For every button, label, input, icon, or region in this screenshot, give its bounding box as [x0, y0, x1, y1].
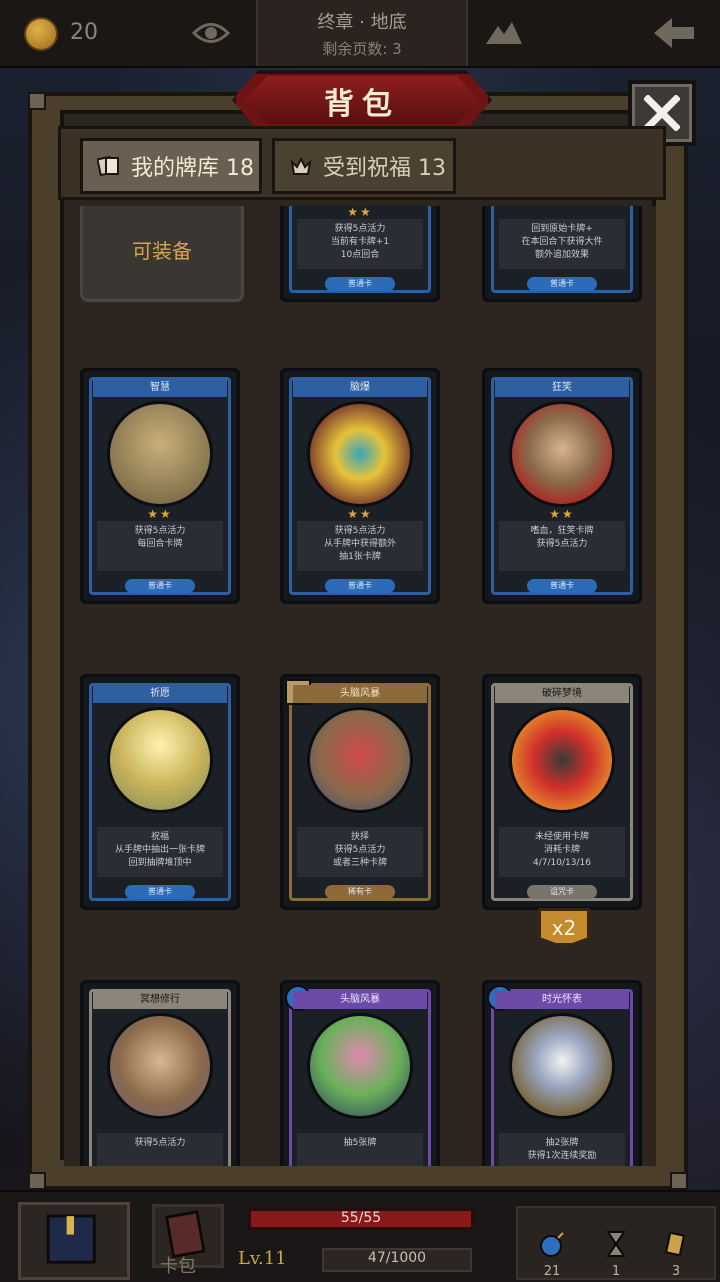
- card-stack-count: 3: [671, 1264, 681, 1279]
- card[interactable]: 狂笑 ★★ 嗜血，狂笑卡牌 获得5点活力 普通卡: [482, 368, 642, 604]
- card-art: [307, 1013, 413, 1119]
- card-description: 回到原始卡牌+ 在本回合下获得大件 额外追加效果: [499, 219, 625, 269]
- map-icon[interactable]: [484, 18, 524, 46]
- card-description: 获得5点活力 从手牌中获得额外 抽1张卡牌: [297, 521, 423, 571]
- card-rarity: 稀有卡: [325, 885, 395, 899]
- card-name: 时光怀表: [495, 991, 629, 1009]
- card-description: 抽2张牌 获得1次连续奖励: [499, 1133, 625, 1166]
- panel-corner: [670, 1172, 688, 1190]
- chapter-title: 终章 · 地底: [317, 12, 407, 33]
- card-description: 获得5点活力 每回合卡牌: [97, 521, 223, 571]
- panel-corner: [28, 92, 46, 110]
- card-name: 头脑风暴: [293, 685, 427, 703]
- card-grid[interactable]: 可装备 ★★ 获得5点活力 当前有卡牌+1 10点回合 普通卡 回到原始卡牌+ …: [64, 206, 656, 1166]
- top-bar: 20 终章 · 地底 剩余页数: 3: [0, 0, 720, 68]
- panel-title: 背包: [324, 87, 400, 122]
- pack-label: 卡包: [160, 1256, 196, 1277]
- panel-corner: [28, 1172, 46, 1190]
- card-description: 未经使用卡牌 消耗卡牌 4/7/10/13/16: [499, 827, 625, 877]
- coin-count: 20: [70, 20, 98, 45]
- card[interactable]: 冥想修行 获得5点活力: [80, 980, 240, 1166]
- card-name: 祈愿: [93, 685, 227, 703]
- bomb-count: 21: [543, 1264, 561, 1279]
- card-art: [307, 707, 413, 813]
- bomb-icon[interactable]: [538, 1230, 566, 1258]
- resource-box: 21 1 3: [516, 1206, 716, 1280]
- card-name: 破碎梦境: [495, 685, 629, 703]
- card-name: 头脑风暴: [293, 991, 427, 1009]
- level-text: Lv.11: [238, 1248, 287, 1269]
- card-rarity: 普通卡: [125, 579, 195, 593]
- hourglass-icon[interactable]: [602, 1230, 630, 1258]
- eye-icon[interactable]: [192, 18, 230, 48]
- card[interactable]: 祈愿 祝福 从手牌中抽出一张卡牌 回到抽牌堆顶中 普通卡: [80, 674, 240, 910]
- card-name: 冥想修行: [93, 991, 227, 1009]
- card[interactable]: I 头脑风暴 抉择 获得5点活力 或者三种卡牌 稀有卡: [280, 674, 440, 910]
- card[interactable]: 智慧 ★★ 获得5点活力 每回合卡牌 普通卡: [80, 368, 240, 604]
- card-stars: ★★: [347, 507, 373, 521]
- card[interactable]: 5 头脑风暴 抽5张牌: [280, 980, 440, 1166]
- card-description: 嗜血，狂笑卡牌 获得5点活力: [499, 521, 625, 571]
- card-rarity: 普通卡: [527, 579, 597, 593]
- card-description: 获得5点活力: [97, 1133, 223, 1166]
- equip-label: 可装备: [132, 238, 192, 263]
- tab-blessings[interactable]: 受到祝福 13: [272, 138, 456, 194]
- card-art: [107, 1013, 213, 1119]
- coin-icon: [24, 17, 58, 51]
- card[interactable]: 回到原始卡牌+ 在本回合下获得大件 额外追加效果 普通卡: [482, 206, 642, 302]
- card[interactable]: 4 时光怀表 抽2张牌 获得1次连续奖励: [482, 980, 642, 1166]
- card-art: [107, 401, 213, 507]
- pages-remaining: 剩余页数: 3: [322, 40, 402, 58]
- hourglass-count: 1: [611, 1264, 621, 1279]
- chest-icon: [46, 1214, 96, 1264]
- card-stack-icon[interactable]: [662, 1230, 690, 1258]
- card-rarity: 普通卡: [325, 277, 395, 291]
- crown-icon: [290, 156, 312, 175]
- back-arrow-icon[interactable]: [652, 16, 696, 50]
- tab-label: 受到祝福 13: [323, 156, 446, 181]
- card[interactable]: ★★ 获得5点活力 当前有卡牌+1 10点回合 普通卡: [280, 206, 440, 302]
- card-art: [107, 707, 213, 813]
- card-stars: ★★: [147, 507, 173, 521]
- card-rarity: 普通卡: [527, 277, 597, 291]
- duplicate-badge: x2: [538, 908, 590, 946]
- card-stars: ★★: [549, 507, 575, 521]
- equip-slot[interactable]: 可装备: [80, 206, 244, 302]
- card-name: 狂笑: [495, 379, 629, 397]
- chapter-info: 终章 · 地底 剩余页数: 3: [256, 0, 468, 66]
- card-description: 抉择 获得5点活力 或者三种卡牌: [297, 827, 423, 877]
- card-stars: ★★: [347, 206, 373, 219]
- card-rarity: 普通卡: [325, 579, 395, 593]
- xp-text: 47/1000: [367, 1250, 427, 1266]
- card-name: 脑爆: [293, 379, 427, 397]
- card-art: [307, 401, 413, 507]
- card-description: 获得5点活力 当前有卡牌+1 10点回合: [297, 219, 423, 269]
- bottom-bar: 卡包 55/55 Lv.11 47/1000 21 1 3: [0, 1190, 720, 1282]
- card-art: [509, 401, 615, 507]
- hp-text: 55/55: [340, 1210, 382, 1226]
- chest-button[interactable]: [18, 1202, 130, 1280]
- tab-my-deck[interactable]: 我的牌库 18: [80, 138, 262, 194]
- card-art: [509, 1013, 615, 1119]
- tab-label: 我的牌库 18: [131, 156, 254, 181]
- card[interactable]: 脑爆 ★★ 获得5点活力 从手牌中获得额外 抽1张卡牌 普通卡: [280, 368, 440, 604]
- card-art: [509, 707, 615, 813]
- card-name: 智慧: [93, 379, 227, 397]
- card-rarity: 诅咒卡: [527, 885, 597, 899]
- card[interactable]: 破碎梦境 未经使用卡牌 消耗卡牌 4/7/10/13/16 诅咒卡: [482, 674, 642, 910]
- cards-icon: [97, 155, 119, 177]
- card-description: 抽5张牌: [297, 1133, 423, 1166]
- card-description: 祝福 从手牌中抽出一张卡牌 回到抽牌堆顶中: [97, 827, 223, 877]
- card-rarity: 普通卡: [125, 885, 195, 899]
